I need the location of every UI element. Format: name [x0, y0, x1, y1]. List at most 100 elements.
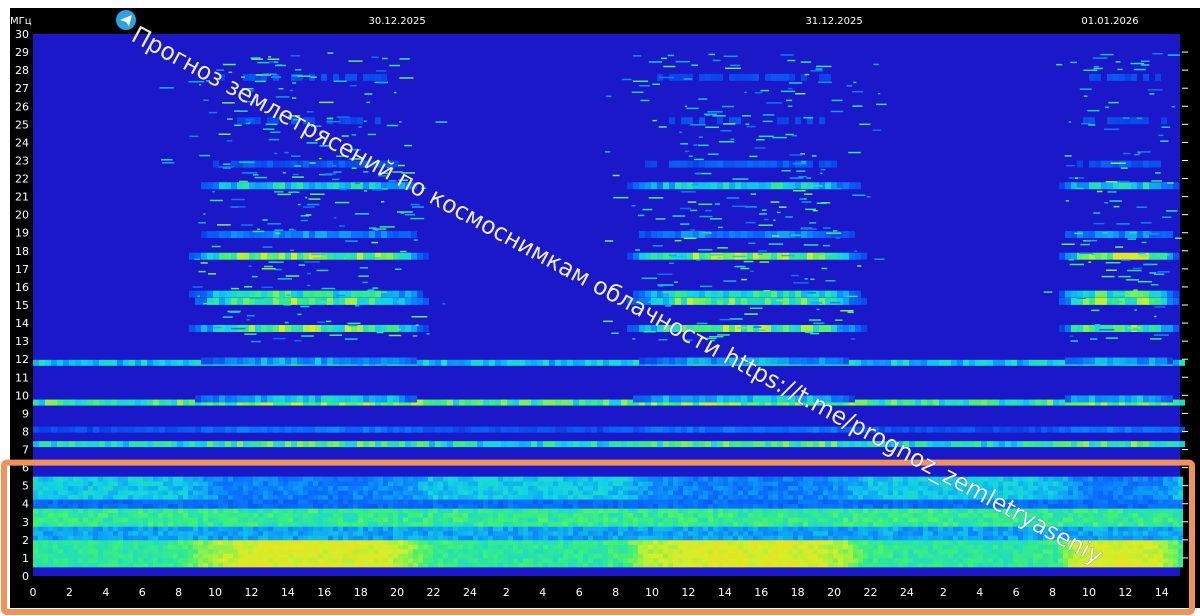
low-band-cell — [1008, 535, 1013, 541]
low-band-cell — [228, 512, 233, 518]
low-band-cell — [1123, 539, 1128, 545]
low-band-cell — [533, 512, 538, 518]
low-band-cell — [1138, 494, 1143, 500]
low-band-cell — [863, 544, 868, 550]
low-band-cell — [383, 508, 388, 514]
low-band-cell — [978, 544, 983, 550]
low-band-cell — [688, 530, 693, 536]
low-band-cell — [488, 499, 493, 505]
low-band-cell — [298, 490, 303, 496]
low-band-cell — [773, 521, 778, 527]
low-band-cell — [633, 503, 638, 509]
band-segment — [207, 441, 213, 448]
low-band-cell — [673, 539, 678, 545]
low-band-cell — [1088, 485, 1093, 491]
low-band-cell — [383, 553, 388, 559]
low-band-cell — [938, 517, 943, 523]
low-band-cell — [243, 512, 248, 518]
low-band-cell — [638, 503, 643, 509]
low-band-cell — [328, 508, 333, 514]
low-band-cell — [143, 508, 148, 514]
low-band-cell — [728, 548, 733, 554]
low-band-cell — [418, 544, 423, 550]
band-segment — [1005, 441, 1011, 448]
low-band-cell — [648, 553, 653, 559]
low-band-cell — [363, 517, 368, 523]
low-band-cell — [1038, 481, 1043, 487]
low-band-cell — [858, 553, 863, 559]
low-band-cell — [488, 521, 493, 527]
low-band-cell — [253, 539, 258, 545]
low-band-cell — [243, 481, 248, 487]
low-band-cell — [218, 485, 223, 491]
low-band-cell — [583, 535, 588, 541]
low-band-cell — [1178, 512, 1183, 518]
low-band-cell — [648, 517, 653, 523]
low-band-cell — [548, 562, 553, 568]
low-band-cell — [1088, 526, 1093, 532]
low-band-cell — [798, 481, 803, 487]
low-band-cell — [513, 517, 518, 523]
low-band-cell — [758, 562, 763, 568]
low-band-cell — [198, 535, 203, 541]
low-band-cell — [258, 535, 263, 541]
low-band-cell — [298, 526, 303, 532]
low-band-cell — [603, 553, 608, 559]
low-band-cell — [413, 521, 418, 527]
low-band-cell — [273, 499, 278, 505]
low-band-cell — [683, 521, 688, 527]
low-band-cell — [498, 544, 503, 550]
low-band-cell — [113, 494, 118, 500]
low-band-cell — [958, 508, 963, 514]
low-band-cell — [403, 476, 408, 482]
low-band-cell — [288, 485, 293, 491]
low-band-cell — [973, 544, 978, 550]
low-band-cell — [518, 526, 523, 532]
low-band-cell — [798, 485, 803, 491]
low-band-cell — [708, 490, 713, 496]
low-band-cell — [118, 512, 123, 518]
low-band-cell — [188, 544, 193, 550]
low-band-cell — [278, 512, 283, 518]
low-band-cell — [353, 562, 358, 568]
low-band-cell — [88, 481, 93, 487]
low-band-cell — [853, 508, 858, 514]
low-band-cell — [173, 512, 178, 518]
low-band-cell — [428, 562, 433, 568]
low-band-cell — [763, 548, 768, 554]
low-band-cell — [658, 535, 663, 541]
low-band-cell — [103, 476, 108, 482]
low-band-cell — [553, 530, 558, 536]
low-band-cell — [563, 512, 568, 518]
low-band-cell — [758, 548, 763, 554]
low-band-cell — [673, 499, 678, 505]
low-band-cell — [443, 535, 448, 541]
low-band-cell — [463, 517, 468, 523]
low-band-cell — [918, 553, 923, 559]
low-band-cell — [798, 503, 803, 509]
low-band-cell — [763, 530, 768, 536]
low-band-cell — [883, 476, 888, 482]
low-band-cell — [768, 476, 773, 482]
low-band-cell — [38, 503, 43, 509]
low-band-cell — [518, 557, 523, 563]
low-band-cell — [703, 548, 708, 554]
low-band-cell — [618, 481, 623, 487]
low-band-cell — [908, 503, 913, 509]
band-segment — [723, 441, 729, 448]
low-band-cell — [758, 557, 763, 563]
low-band-cell — [1128, 499, 1133, 505]
low-band-cell — [393, 535, 398, 541]
low-band-cell — [1023, 553, 1028, 559]
low-band-cell — [508, 512, 513, 518]
low-band-cell — [1013, 530, 1018, 536]
low-band-cell — [1103, 517, 1108, 523]
low-band-cell — [153, 508, 158, 514]
low-band-cell — [943, 535, 948, 541]
low-band-cell — [403, 521, 408, 527]
band-segment — [489, 399, 495, 406]
low-band-cell — [733, 512, 738, 518]
low-band-cell — [253, 544, 258, 550]
low-band-cell — [113, 557, 118, 563]
low-band-cell — [778, 517, 783, 523]
